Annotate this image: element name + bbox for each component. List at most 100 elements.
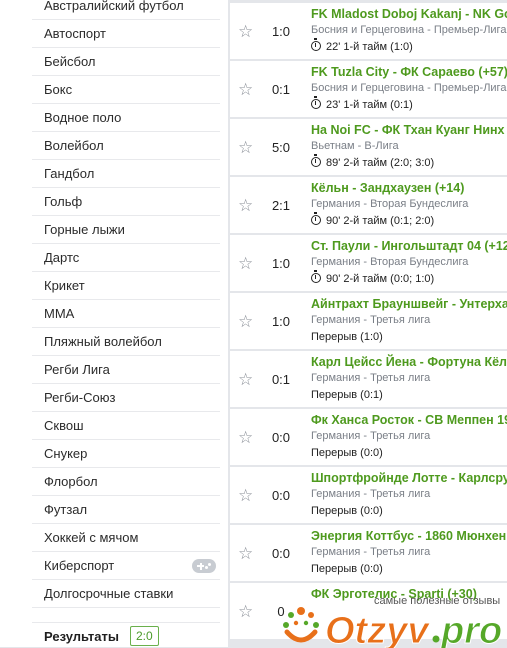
match-league: Босния и Герцеговина - Премьер-Лига bbox=[311, 24, 507, 36]
match-league: Германия - Вторая Бундеслига bbox=[311, 198, 469, 210]
sport-label: Водное поло bbox=[44, 110, 122, 125]
svg-text:pro: pro bbox=[440, 610, 502, 648]
favorite-star-icon[interactable]: ☆ bbox=[238, 197, 253, 214]
match-row[interactable]: ☆ 1:0 Айнтрахт Брауншвейг - Унтерхаз Герман… bbox=[230, 293, 507, 349]
match-teams-link[interactable]: Ст. Паули - Ингольштадт 04 (+12 bbox=[311, 239, 507, 253]
favorite-star-icon[interactable]: ☆ bbox=[238, 139, 253, 156]
favorite-star-icon[interactable]: ☆ bbox=[238, 429, 253, 446]
sidebar-sport-item[interactable]: Флорбол bbox=[32, 468, 220, 496]
favorite-star-icon[interactable]: ☆ bbox=[238, 81, 253, 98]
sport-label: Горные лыжи bbox=[44, 222, 125, 237]
gamepad-icon bbox=[192, 559, 216, 573]
match-row[interactable]: ☆ 0:1 FK Tuzla City - ФК Сараево (+57) Босн… bbox=[230, 61, 507, 117]
match-teams-link[interactable]: Айнтрахт Брауншвейг - Унтерхаз bbox=[311, 297, 507, 311]
sport-label: Гольф bbox=[44, 194, 83, 209]
sports-sidebar: Австралийский футбол Автоспорт Бейсбол Бокс… bbox=[0, 0, 228, 647]
match-row[interactable]: ☆ 0:0 Энергия Коттбус - 1860 Мюнхен Германи… bbox=[230, 525, 507, 581]
sidebar-sport-item[interactable]: Крикет bbox=[32, 272, 220, 300]
match-status: Перерыв (0:1) bbox=[311, 389, 383, 401]
sidebar-sport-item[interactable]: Сквош bbox=[32, 412, 220, 440]
otzyv-logo: Otzyv pro bbox=[283, 607, 503, 648]
match-league: Германия - Вторая Бундеслига bbox=[311, 256, 469, 268]
match-league: Германия - Третья лига bbox=[311, 430, 431, 442]
match-teams-link[interactable]: FK Tuzla City - ФК Сараево (+57) bbox=[311, 65, 507, 79]
sport-label: Волейбол bbox=[44, 138, 104, 153]
sidebar-sport-item[interactable]: MMA bbox=[32, 300, 220, 328]
sidebar-sport-item[interactable]: Горные лыжи bbox=[32, 216, 220, 244]
match-status: Перерыв (0:0) bbox=[311, 563, 383, 575]
match-row[interactable]: ☆ 1:0 Ст. Паули - Ингольштадт 04 (+12 Герма… bbox=[230, 235, 507, 291]
match-row[interactable]: ☆ 0:1 Карл Цейсс Йена - Фортуна Кёльн Герма… bbox=[230, 351, 507, 407]
match-teams-link[interactable]: Фк Ханса Росток - СВ Меппен 19 bbox=[311, 413, 507, 427]
match-teams-link[interactable]: Энергия Коттбус - 1860 Мюнхен bbox=[311, 529, 506, 543]
favorite-star-icon[interactable]: ☆ bbox=[238, 603, 253, 620]
favorite-star-icon[interactable]: ☆ bbox=[238, 371, 253, 388]
sidebar-sport-item[interactable]: Регби Лига bbox=[32, 356, 220, 384]
sidebar-sport-item[interactable]: Гандбол bbox=[32, 160, 220, 188]
sidebar-sport-item[interactable]: Дартс bbox=[32, 244, 220, 272]
sidebar-sport-item[interactable]: Водное поло bbox=[32, 104, 220, 132]
sidebar-sport-item[interactable]: Гольф bbox=[32, 188, 220, 216]
sidebar-sport-item[interactable]: Автоспорт bbox=[32, 20, 220, 48]
match-status-text: Перерыв (0:0) bbox=[311, 563, 383, 575]
sport-label: Регби-Союз bbox=[44, 390, 116, 405]
sidebar-sport-item[interactable]: Регби-Союз bbox=[32, 384, 220, 412]
match-status: 23' 1-й тайм (0:1) bbox=[311, 96, 413, 111]
sidebar-sport-item[interactable]: Пляжный волейбол bbox=[32, 328, 220, 356]
favorite-star-icon[interactable]: ☆ bbox=[238, 255, 253, 272]
otzyv-watermark: самые полезные отзывы Otzyv pro bbox=[275, 592, 507, 648]
match-score: 0:0 bbox=[271, 488, 291, 503]
match-row[interactable]: ☆ 0:0 Шпортфройнде Лотте - Карлсру Германия… bbox=[230, 467, 507, 523]
live-events-list: ☆ 1:0 FK Mladost Doboj Kakanj - NK Gosk Бос… bbox=[230, 0, 507, 647]
sport-label: MMA bbox=[44, 306, 75, 321]
match-score: 0:0 bbox=[271, 430, 291, 445]
match-status: 22' 1-й тайм (1:0) bbox=[311, 38, 413, 53]
sport-label: Сквош bbox=[44, 418, 84, 433]
match-score: 2:1 bbox=[271, 198, 291, 213]
sport-label: Австралийский футбол bbox=[44, 0, 184, 13]
favorite-star-icon[interactable]: ☆ bbox=[238, 545, 253, 562]
sport-label: Киберспорт bbox=[44, 558, 115, 573]
sidebar-sport-item[interactable]: Футзал bbox=[32, 496, 220, 524]
sport-label: Хоккей с мячом bbox=[44, 530, 139, 545]
sport-label: Гандбол bbox=[44, 166, 95, 181]
match-league: Германия - Третья лига bbox=[311, 546, 431, 558]
stopwatch-icon bbox=[311, 96, 321, 109]
sidebar-sport-item[interactable]: Бокс bbox=[32, 76, 220, 104]
match-status-text: Перерыв (0:0) bbox=[311, 505, 383, 517]
sport-label: Крикет bbox=[44, 278, 85, 293]
match-status: Перерыв (0:0) bbox=[311, 447, 383, 459]
match-row[interactable]: ☆ 0:0 Фк Ханса Росток - СВ Меппен 19 Герман… bbox=[230, 409, 507, 465]
sport-label: Долгосрочные ставки bbox=[44, 586, 174, 601]
sidebar-sport-item[interactable]: Снукер bbox=[32, 440, 220, 468]
favorite-star-icon[interactable]: ☆ bbox=[238, 313, 253, 330]
sidebar-sport-item[interactable]: Киберспорт bbox=[32, 552, 220, 580]
sidebar-sport-item[interactable]: Австралийский футбол bbox=[32, 0, 220, 20]
sidebar-sport-item[interactable]: Бейсбол bbox=[32, 48, 220, 76]
results-item[interactable]: Результаты 2:0 bbox=[32, 622, 220, 647]
match-teams-link[interactable]: Кёльн - Зандхаузен (+14) bbox=[311, 181, 464, 195]
match-row[interactable]: ☆ 1:0 FK Mladost Doboj Kakanj - NK Gosk Бос… bbox=[230, 3, 507, 59]
match-teams-link[interactable]: FK Mladost Doboj Kakanj - NK Gosk bbox=[311, 7, 507, 21]
match-status-text: Перерыв (1:0) bbox=[311, 331, 383, 343]
sport-label: Футзал bbox=[44, 502, 88, 517]
match-status-text: 90' 2-й тайм (0:1; 2:0) bbox=[326, 215, 435, 227]
results-count-badge: 2:0 bbox=[130, 626, 159, 646]
match-teams-link[interactable]: Шпортфройнде Лотте - Карлсру bbox=[311, 471, 507, 485]
match-row[interactable]: ☆ 5:0 Ha Noi FC - ФК Тхан Куанг Нинх (Вьет… bbox=[230, 119, 507, 175]
match-league: Германия - Третья лига bbox=[311, 372, 431, 384]
match-score: 0:1 bbox=[271, 82, 291, 97]
sport-label: Бейсбол bbox=[44, 54, 96, 69]
stopwatch-icon bbox=[311, 154, 321, 167]
sidebar-sport-item[interactable]: Долгосрочные ставки bbox=[32, 580, 220, 608]
match-status-text: Перерыв (0:0) bbox=[311, 447, 383, 459]
match-row[interactable]: ☆ 2:1 Кёльн - Зандхаузен (+14) Германия - В… bbox=[230, 177, 507, 233]
favorite-star-icon[interactable]: ☆ bbox=[238, 487, 253, 504]
sport-label: Регби Лига bbox=[44, 362, 110, 377]
favorite-star-icon[interactable]: ☆ bbox=[238, 23, 253, 40]
match-status-text: 23' 1-й тайм (0:1) bbox=[326, 99, 413, 111]
match-teams-link[interactable]: Ha Noi FC - ФК Тхан Куанг Нинх ( bbox=[311, 123, 507, 137]
sidebar-sport-item[interactable]: Хоккей с мячом bbox=[32, 524, 220, 552]
sidebar-sport-item[interactable]: Волейбол bbox=[32, 132, 220, 160]
match-teams-link[interactable]: Карл Цейсс Йена - Фортуна Кёльн bbox=[311, 355, 507, 369]
